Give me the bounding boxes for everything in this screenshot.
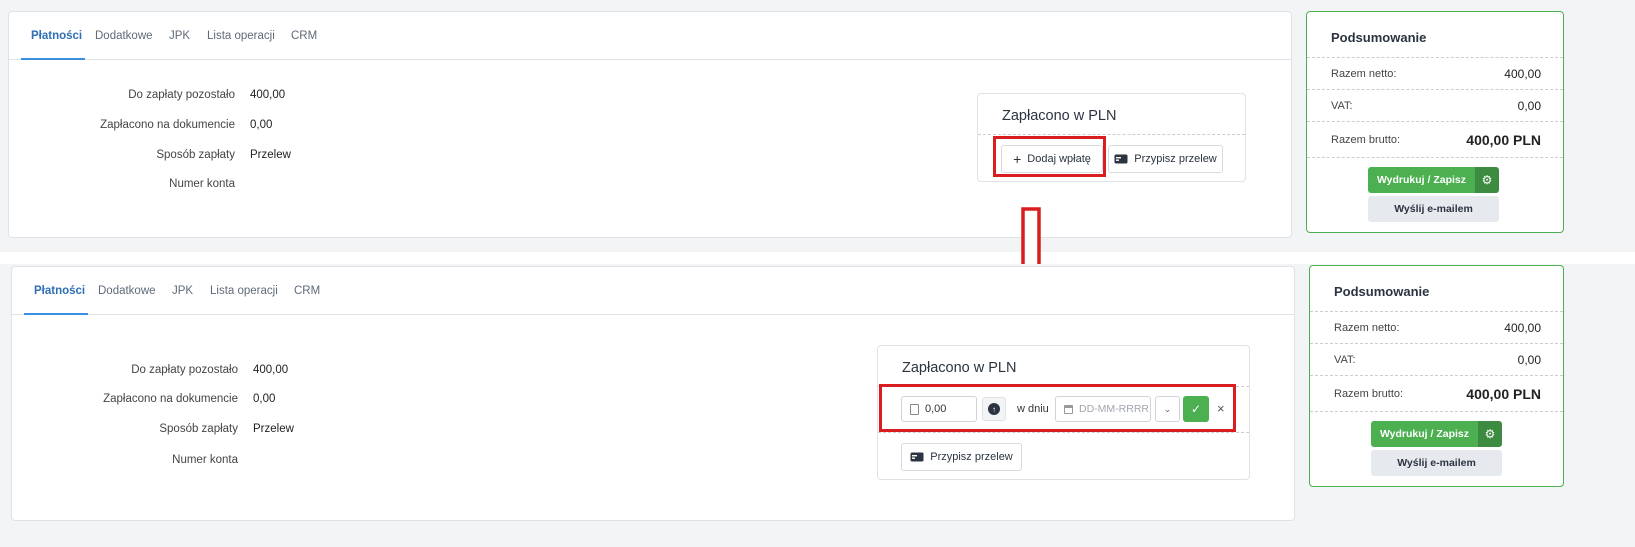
tab-crm[interactable]: CRM — [294, 285, 320, 297]
vat-value: 0,00 — [1517, 99, 1541, 113]
summary-row-gross: Razem brutto: 400,00 PLN — [1310, 375, 1563, 411]
tab-crm[interactable]: CRM — [291, 30, 317, 42]
tab-jpk[interactable]: JPK — [172, 285, 193, 297]
vat-label: VAT: — [1331, 100, 1353, 112]
gross-value: 400,00 PLN — [1466, 386, 1541, 402]
tab-bar: Płatności Dodatkowe JPK Lista operacji C… — [12, 267, 1294, 315]
account-label: Numer konta — [172, 454, 238, 466]
paid-value: 0,00 — [250, 119, 273, 131]
method-value: Przelew — [253, 423, 294, 435]
paid-label: Zapłacono na dokumencie — [100, 119, 235, 131]
method-label: Sposób zapłaty — [156, 149, 235, 161]
print-settings-button[interactable]: ⚙ — [1475, 167, 1499, 193]
net-value: 400,00 — [1504, 321, 1541, 335]
paid-box-title: Zapłacono w PLN — [1002, 108, 1117, 124]
net-label: Razem netto: — [1331, 68, 1397, 80]
summary-panel-before: Podsumowanie Razem netto: 400,00 VAT: 0,… — [1306, 11, 1564, 233]
tab-dodatkowe[interactable]: Dodatkowe — [95, 30, 153, 42]
tab-platnosci[interactable]: Płatności — [34, 285, 85, 297]
paid-label: Zapłacono na dokumencie — [103, 393, 238, 405]
highlight-add-payment — [993, 136, 1106, 177]
tab-lista-operacji[interactable]: Lista operacji — [207, 30, 275, 42]
assign-transfer-button[interactable]: Przypisz przelew — [1108, 145, 1223, 173]
divider — [1307, 157, 1563, 158]
gross-label: Razem brutto: — [1334, 388, 1404, 400]
account-label: Numer konta — [169, 178, 235, 190]
tab-platnosci[interactable]: Płatności — [31, 30, 82, 42]
remaining-label: Do zapłaty pozostało — [131, 364, 238, 376]
gross-value: 400,00 PLN — [1466, 132, 1541, 148]
print-save-button[interactable]: Wydrukuj / Zapisz — [1368, 167, 1475, 193]
gross-label: Razem brutto: — [1331, 134, 1401, 146]
assign-transfer-label: Przypisz przelew — [930, 451, 1013, 463]
remaining-label: Do zapłaty pozostało — [128, 89, 235, 101]
assign-transfer-label: Przypisz przelew — [1134, 153, 1217, 165]
summary-title: Podsumowanie — [1331, 30, 1427, 45]
summary-title: Podsumowanie — [1334, 284, 1430, 299]
divider — [978, 134, 1245, 135]
divider — [1310, 411, 1563, 412]
print-settings-button[interactable]: ⚙ — [1478, 421, 1502, 447]
net-label: Razem netto: — [1334, 322, 1400, 334]
tab-jpk[interactable]: JPK — [169, 30, 190, 42]
summary-row-vat: VAT: 0,00 — [1310, 343, 1563, 375]
print-save-button[interactable]: Wydrukuj / Zapisz — [1371, 421, 1478, 447]
active-tab-indicator — [24, 313, 88, 315]
remaining-value: 400,00 — [250, 89, 286, 101]
vat-label: VAT: — [1334, 354, 1356, 366]
transfer-icon — [910, 452, 924, 462]
summary-row-gross: Razem brutto: 400,00 PLN — [1307, 121, 1563, 157]
tab-dodatkowe[interactable]: Dodatkowe — [98, 285, 156, 297]
paid-box-title: Zapłacono w PLN — [902, 360, 1017, 376]
active-tab-indicator — [21, 58, 85, 60]
divider — [878, 432, 1249, 433]
summary-row-net: Razem netto: 400,00 — [1310, 311, 1563, 343]
summary-row-vat: VAT: 0,00 — [1307, 89, 1563, 121]
tab-bar: Płatności Dodatkowe JPK Lista operacji C… — [9, 12, 1291, 60]
transfer-icon — [1114, 154, 1128, 164]
summary-row-net: Razem netto: 400,00 — [1307, 57, 1563, 89]
gear-icon: ⚙ — [1481, 173, 1493, 187]
send-email-button[interactable]: Wyślij e-mailem — [1368, 196, 1499, 222]
tab-lista-operacji[interactable]: Lista operacji — [210, 285, 278, 297]
method-value: Przelew — [250, 149, 291, 161]
paid-value: 0,00 — [253, 393, 276, 405]
highlight-payment-form — [879, 384, 1236, 432]
summary-panel-after: Podsumowanie Razem netto: 400,00 VAT: 0,… — [1309, 265, 1564, 487]
send-email-button[interactable]: Wyślij e-mailem — [1371, 450, 1502, 476]
gear-icon: ⚙ — [1484, 427, 1496, 441]
vat-value: 0,00 — [1517, 353, 1541, 367]
document-panel-before: Płatności Dodatkowe JPK Lista operacji C… — [8, 11, 1292, 238]
remaining-value: 400,00 — [253, 364, 289, 376]
net-value: 400,00 — [1504, 67, 1541, 81]
assign-transfer-button[interactable]: Przypisz przelew — [901, 443, 1022, 471]
method-label: Sposób zapłaty — [159, 423, 238, 435]
